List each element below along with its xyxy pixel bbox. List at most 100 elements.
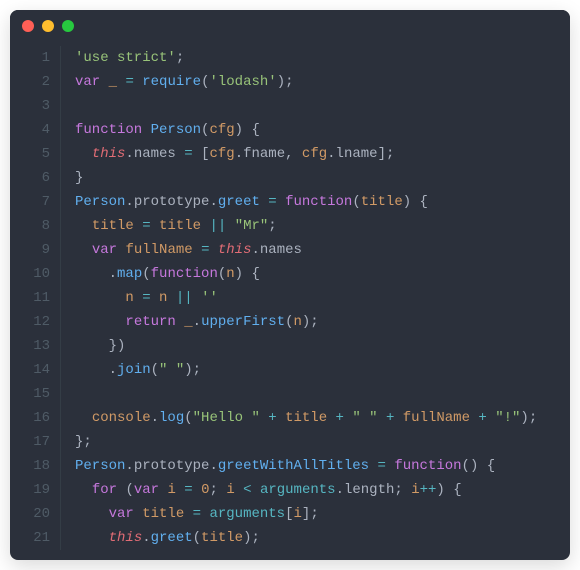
code-line[interactable]: var fullName = this.names [75, 238, 570, 262]
token-pun [75, 218, 92, 234]
token-id: n [125, 290, 133, 306]
token-pun: . [235, 146, 243, 162]
code-line[interactable]: }; [75, 430, 570, 454]
token-pun [176, 146, 184, 162]
code-line[interactable]: n = n || '' [75, 286, 570, 310]
token-pun [252, 482, 260, 498]
line-number: 13 [10, 334, 50, 358]
line-number: 18 [10, 454, 50, 478]
token-pun: ; [210, 482, 227, 498]
token-id: i [411, 482, 419, 498]
token-pun [75, 506, 109, 522]
zoom-icon[interactable] [62, 20, 74, 32]
line-number: 2 [10, 70, 50, 94]
token-pun: . [109, 266, 117, 282]
code-line[interactable]: Person.prototype.greetWithAllTitles = fu… [75, 454, 570, 478]
token-par: ( [352, 194, 360, 210]
code-line[interactable] [75, 94, 570, 118]
token-id: console [92, 410, 151, 426]
token-pun [134, 74, 142, 90]
token-id: n [226, 266, 234, 282]
token-pun [327, 410, 335, 426]
token-pun [75, 242, 92, 258]
code-line[interactable]: Person.prototype.greet = function(title)… [75, 190, 570, 214]
token-kw: var [75, 74, 100, 90]
token-pun: ; [251, 530, 259, 546]
token-par: { [487, 458, 495, 474]
token-par: ) [277, 74, 285, 90]
code-line[interactable]: console.log("Hello " + title + " " + ful… [75, 406, 570, 430]
line-number: 19 [10, 478, 50, 502]
token-op: = [142, 218, 150, 234]
token-pun: ; [310, 506, 318, 522]
token-str: " " [352, 410, 377, 426]
token-id: cfg [209, 122, 234, 138]
line-number: 1 [10, 46, 50, 70]
code-line[interactable]: .map(function(n) { [75, 262, 570, 286]
token-par: ( [184, 410, 192, 426]
token-par: { [420, 194, 428, 210]
token-fn: upperFirst [201, 314, 285, 330]
token-pun [369, 458, 377, 474]
token-pun [378, 410, 386, 426]
line-number: 14 [10, 358, 50, 382]
code-line[interactable]: 'use strict'; [75, 46, 570, 70]
line-number: 20 [10, 502, 50, 526]
code-line[interactable]: } [75, 166, 570, 190]
token-kw: function [285, 194, 352, 210]
token-pun [193, 242, 201, 258]
code-line[interactable]: title = title || "Mr"; [75, 214, 570, 238]
token-par: ) [117, 338, 125, 354]
token-pun: . [251, 242, 259, 258]
code-line[interactable]: for (var i = 0; i < arguments.length; i+… [75, 478, 570, 502]
token-pun [134, 506, 142, 522]
token-kw: function [394, 458, 461, 474]
token-kw: var [134, 482, 159, 498]
token-par: ) [436, 482, 444, 498]
token-op: = [142, 290, 150, 306]
token-kw: function [75, 122, 142, 138]
token-pun [487, 410, 495, 426]
token-pun [100, 74, 108, 90]
token-pun [478, 458, 486, 474]
code-line[interactable]: var _ = require('lodash'); [75, 70, 570, 94]
token-op: + [268, 410, 276, 426]
token-pun: . [125, 194, 133, 210]
token-this: this [109, 530, 143, 546]
code-area[interactable]: 'use strict';var _ = require('lodash'); … [61, 46, 570, 550]
code-line[interactable]: }) [75, 334, 570, 358]
code-line[interactable]: var title = arguments[i]; [75, 502, 570, 526]
token-pun [134, 218, 142, 234]
token-pun [294, 146, 302, 162]
token-cy: arguments [260, 482, 336, 498]
code-line[interactable]: return _.upperFirst(n); [75, 310, 570, 334]
token-pun [176, 314, 184, 330]
token-pun [193, 290, 201, 306]
code-line[interactable]: function Person(cfg) { [75, 118, 570, 142]
token-id: title [142, 506, 184, 522]
token-fn: Person [75, 458, 125, 474]
token-pun: . [193, 314, 201, 330]
token-par: ( [142, 266, 150, 282]
token-prop: fname [243, 146, 285, 162]
code-line[interactable]: this.greet(title); [75, 526, 570, 550]
token-prop: prototype [134, 194, 210, 210]
token-pun: . [209, 458, 217, 474]
line-number: 21 [10, 526, 50, 550]
token-op: < [243, 482, 251, 498]
code-line[interactable] [75, 382, 570, 406]
code-editor[interactable]: 123456789101112131415161718192021 'use s… [10, 42, 570, 560]
token-pun: ; [193, 362, 201, 378]
token-fn: greet [218, 194, 260, 210]
token-str: 'use strict' [75, 50, 176, 66]
token-str: 'lodash' [209, 74, 276, 90]
token-id: i [167, 482, 175, 498]
token-str: "!" [495, 410, 520, 426]
minimize-icon[interactable] [42, 20, 54, 32]
line-number: 11 [10, 286, 50, 310]
token-par: ) [235, 122, 243, 138]
token-pun [184, 506, 192, 522]
code-line[interactable]: .join(" "); [75, 358, 570, 382]
code-line[interactable]: this.names = [cfg.fname, cfg.lname]; [75, 142, 570, 166]
close-icon[interactable] [22, 20, 34, 32]
